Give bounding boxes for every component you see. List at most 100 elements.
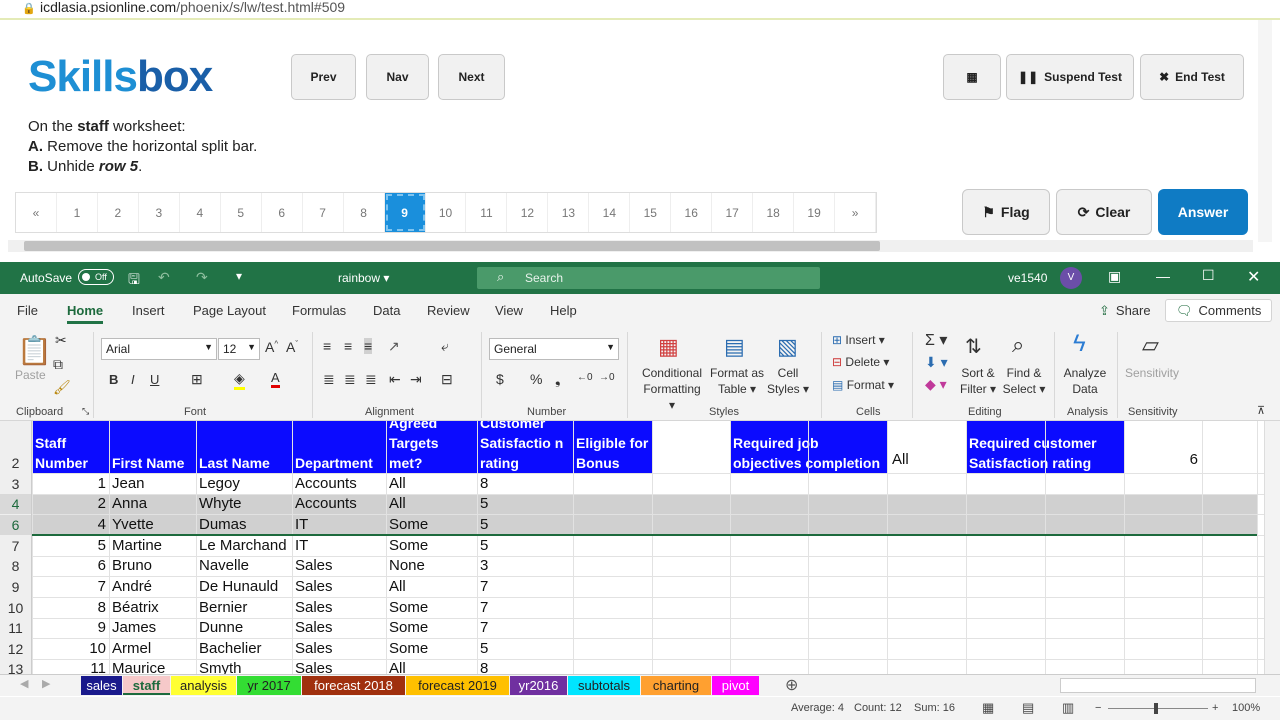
sort-filter-icon[interactable]: ⇅ [965, 334, 982, 359]
align-left-icon[interactable]: ≣ [323, 371, 335, 388]
cell-targets-met[interactable]: None [386, 556, 477, 576]
page-button[interactable]: 16 [671, 193, 713, 232]
cell-staff-number[interactable]: 8 [32, 597, 109, 618]
row-number[interactable]: 6 [0, 515, 31, 535]
minimize-icon[interactable]: — [1156, 268, 1170, 284]
page-button[interactable]: « [16, 193, 57, 232]
page-button[interactable]: 5 [221, 193, 262, 232]
wrap-text-icon[interactable]: ⤶ [441, 338, 449, 355]
sheet-tab-forecast-2019[interactable]: forecast 2019 [406, 676, 509, 695]
add-sheet-icon[interactable]: ⊕ [785, 675, 798, 695]
sheet-tab-subtotals[interactable]: subtotals [568, 676, 640, 695]
scroll-thumb[interactable] [24, 241, 880, 251]
cell-satisfaction[interactable]: 5 [477, 535, 573, 556]
decrease-decimal-icon[interactable]: →0 [599, 372, 615, 383]
analyze-data-icon[interactable]: ϟ [1073, 330, 1086, 358]
cell-department[interactable]: IT [292, 535, 386, 556]
sheet-tab-pivot[interactable]: pivot [712, 676, 759, 695]
calculator-button[interactable]: ▦ [943, 54, 1001, 100]
cell-last-name[interactable]: Smyth [196, 659, 292, 674]
cell-targets-met[interactable]: All [386, 473, 477, 494]
cell-satisfaction[interactable]: 5 [477, 638, 573, 659]
sheet-tab-analysis[interactable]: analysis [171, 676, 236, 695]
clear-button[interactable]: ⟳ Clear [1056, 189, 1152, 235]
cell-last-name[interactable]: Dunne [196, 618, 292, 638]
cell-targets-met[interactable]: Some [386, 618, 477, 638]
format-painter-icon[interactable]: 🖌 [53, 379, 71, 396]
end-test-button[interactable]: ✖ End Test [1140, 54, 1244, 100]
font-size-select[interactable]: 12 ▼ [218, 338, 260, 360]
align-top-icon[interactable]: ≡ [323, 338, 331, 354]
cell-first-name[interactable]: Armel [109, 638, 196, 659]
format-cells-button[interactable]: ▤ Format ▾ [832, 377, 894, 393]
page-button[interactable]: 13 [548, 193, 590, 232]
row-number[interactable]: 4 [0, 494, 31, 514]
cell-satisfaction[interactable]: 7 [477, 576, 573, 597]
cell-targets-met[interactable]: Some [386, 638, 477, 659]
nav-button[interactable]: Nav [366, 54, 429, 100]
undo-icon[interactable]: ↶ [158, 269, 170, 286]
cell-last-name[interactable]: De Hunauld [196, 576, 292, 597]
sensitivity-button[interactable]: Sensitivity [1124, 365, 1180, 381]
cell-satisfaction[interactable]: 5 [477, 514, 573, 535]
page-break-view-icon[interactable]: ▥ [1062, 700, 1074, 716]
cell-targets-met[interactable]: Some [386, 597, 477, 618]
borders-icon[interactable]: ⊞ [191, 371, 203, 388]
zoom-level[interactable]: 100% [1232, 702, 1260, 714]
decrease-font-icon[interactable]: Aˇ [286, 339, 298, 355]
underline-icon[interactable]: U [150, 372, 159, 387]
header-staff-number[interactable]: Staff Number [32, 421, 109, 473]
sheet-vertical-scrollbar[interactable] [1264, 421, 1280, 674]
cell-department[interactable]: Sales [292, 556, 386, 576]
find-select-icon[interactable]: ⌕ [1012, 332, 1024, 358]
sheet-horizontal-scrollbar[interactable] [1060, 678, 1256, 693]
cell-targets-met[interactable]: All [386, 576, 477, 597]
row-number[interactable]: 9 [0, 577, 31, 597]
font-name-select[interactable]: Arial ▼ [101, 338, 217, 360]
header-customer-satisfaction[interactable]: Customer Satisfactio n rating [477, 421, 573, 473]
header-eligible-bonus[interactable]: Eligible for Bonus [573, 421, 652, 473]
page-button[interactable]: 15 [630, 193, 672, 232]
cell-satisfaction[interactable]: 7 [477, 597, 573, 618]
page-button[interactable]: 11 [466, 193, 508, 232]
row-number[interactable]: 2 [0, 453, 31, 473]
row-number[interactable]: 11 [0, 618, 31, 638]
maximize-icon[interactable]: ☐ [1202, 267, 1215, 284]
header-last-name[interactable]: Last Name [196, 421, 292, 473]
format-as-table-icon[interactable]: ▤ [724, 334, 745, 360]
cell-first-name[interactable]: Martine [109, 535, 196, 556]
cell-satisfaction[interactable]: 7 [477, 618, 573, 638]
increase-indent-icon[interactable]: ⇥ [410, 371, 422, 388]
bold-icon[interactable]: B [109, 372, 118, 387]
tab-formulas[interactable]: Formulas [292, 303, 346, 318]
cell-department[interactable]: Sales [292, 659, 386, 674]
file-name[interactable]: rainbow ▾ [338, 271, 389, 285]
currency-icon[interactable]: $ [496, 371, 504, 387]
ribbon-display-icon[interactable]: ▣ [1108, 268, 1121, 285]
horizontal-split-bar[interactable] [32, 534, 1257, 536]
number-format-select[interactable]: General ▼ [489, 338, 619, 360]
page-button[interactable]: 19 [794, 193, 836, 232]
share-button[interactable]: ⇪ Share [1089, 299, 1161, 322]
cell-staff-number[interactable]: 10 [32, 638, 109, 659]
page-button[interactable]: 9 [384, 193, 426, 232]
sensitivity-icon[interactable]: ▱ [1142, 332, 1159, 358]
cell-first-name[interactable]: Béatrix [109, 597, 196, 618]
cell-department[interactable]: Sales [292, 576, 386, 597]
cell-first-name[interactable]: Anna [109, 494, 196, 514]
cell-first-name[interactable]: Bruno [109, 556, 196, 576]
cell-staff-number[interactable]: 5 [32, 535, 109, 556]
cell-satisfaction[interactable]: 3 [477, 556, 573, 576]
zoom-slider[interactable] [1108, 703, 1208, 714]
suspend-test-button[interactable]: ❚❚ Suspend Test [1006, 54, 1134, 100]
cell-department[interactable]: Accounts [292, 494, 386, 514]
cell-department[interactable]: Accounts [292, 473, 386, 494]
cell-staff-number[interactable]: 7 [32, 576, 109, 597]
delete-cells-button[interactable]: ⊟ Delete ▾ [832, 354, 889, 370]
header-department[interactable]: Department [292, 421, 386, 473]
merge-center-icon[interactable]: ⊟ [441, 371, 453, 388]
row-number[interactable]: 10 [0, 598, 31, 618]
zoom-in-icon[interactable]: + [1212, 702, 1218, 714]
page-button[interactable]: 6 [262, 193, 303, 232]
sheet-tab-staff[interactable]: staff [123, 676, 170, 695]
